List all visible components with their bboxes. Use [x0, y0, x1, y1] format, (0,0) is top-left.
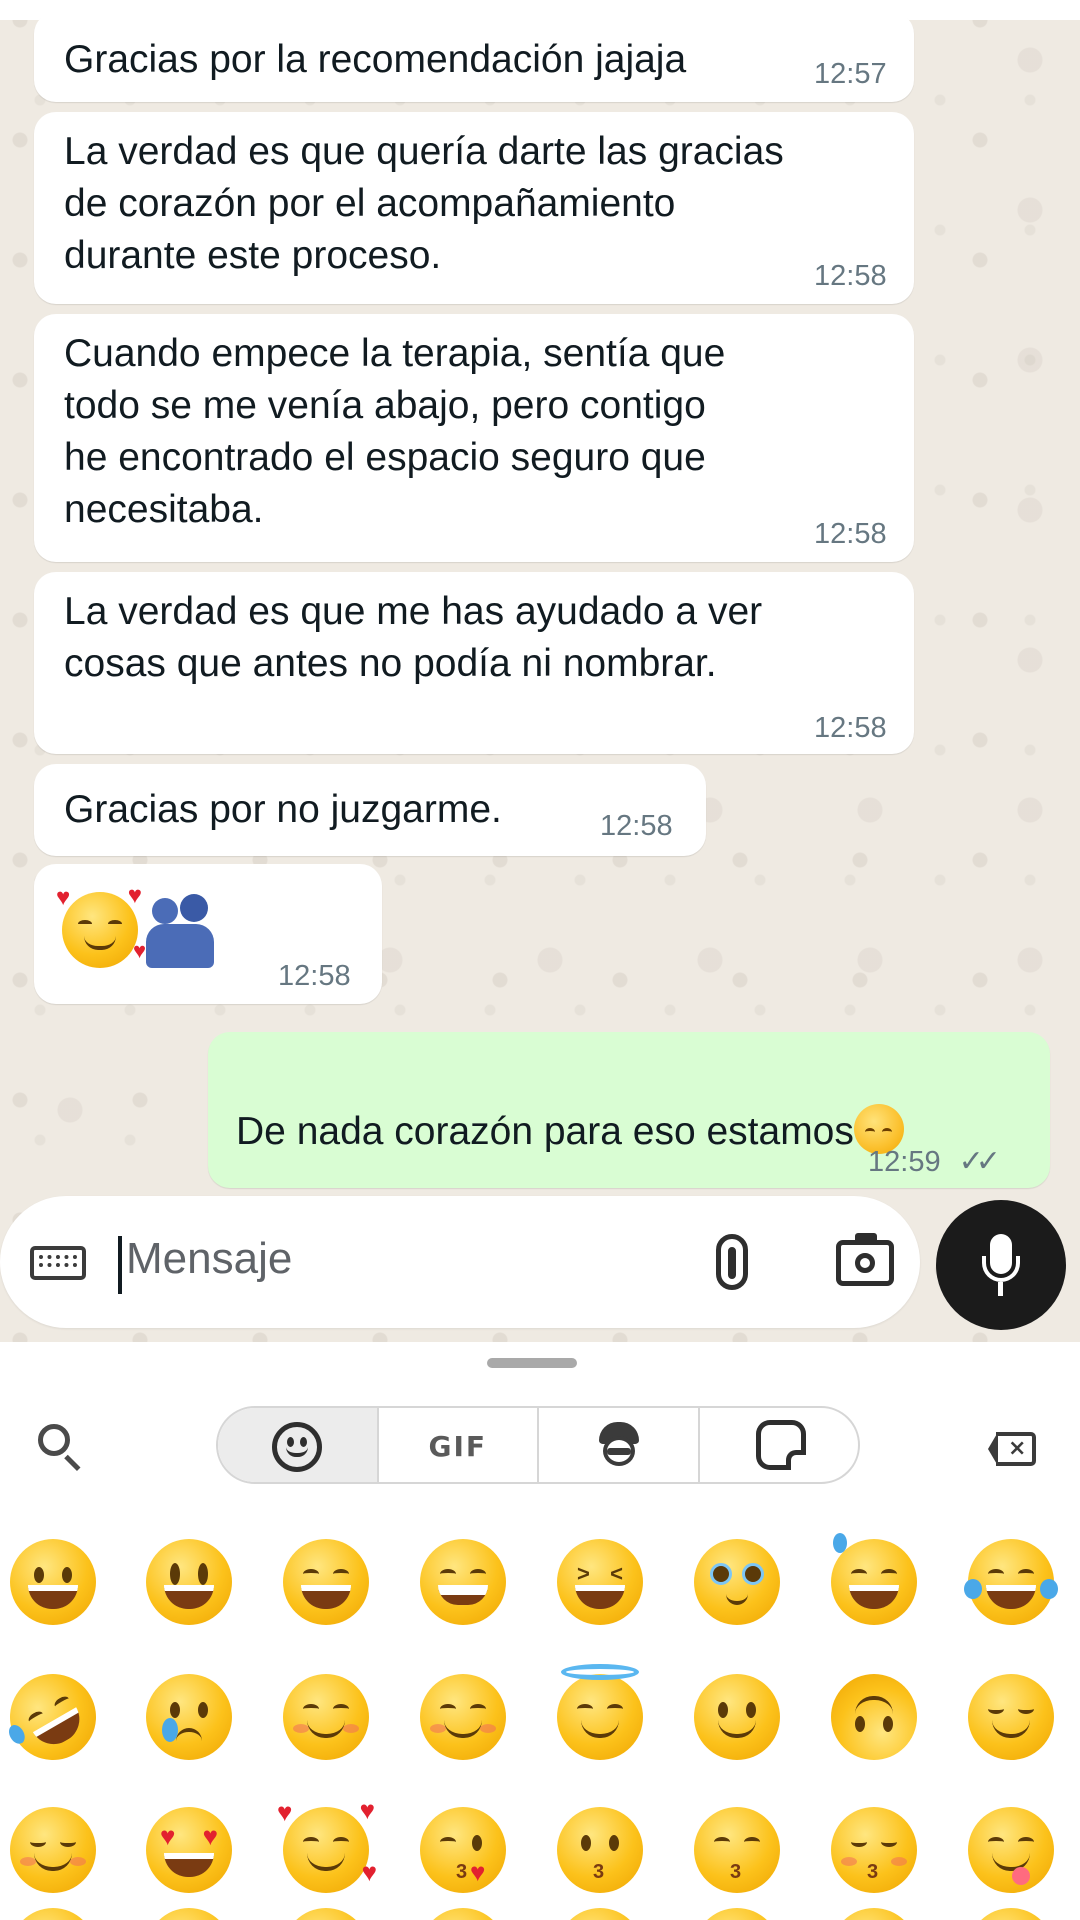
tab-avatar[interactable]	[539, 1408, 700, 1482]
smiling-face-with-hearts-icon: ♥ ♥ ♥	[56, 882, 146, 968]
search-icon[interactable]	[38, 1424, 81, 1471]
message-bubble-incoming[interactable]: ♥ ♥ ♥ 12:58	[34, 864, 382, 1004]
message-time: 12:58	[600, 810, 673, 842]
message-text: De nada corazón para eso estamos	[236, 1052, 904, 1158]
slightly-smiling-face-icon[interactable]	[694, 1674, 780, 1760]
emoji-row-4-partial[interactable]	[283, 1908, 369, 1920]
upside-down-face-icon[interactable]	[831, 1674, 917, 1760]
message-composer[interactable]: Mensaje	[0, 1196, 920, 1328]
sticker-tab-icon	[755, 1420, 806, 1470]
kissing-face-with-smiling-eyes-icon[interactable]: 3	[694, 1807, 780, 1893]
grinning-face-with-smiling-eyes-icon[interactable]	[283, 1539, 369, 1625]
message-bubble-incoming[interactable]: Cuando empece la terapia, sentía que tod…	[34, 314, 914, 562]
message-time-text: 12:59	[868, 1146, 941, 1178]
face-savoring-food-icon[interactable]	[968, 1807, 1054, 1893]
emoji-row-4-partial[interactable]	[694, 1908, 780, 1920]
text-cursor	[118, 1236, 122, 1294]
message-text: Gracias por no juzgarme.	[64, 788, 502, 831]
face-holding-back-tears-icon[interactable]	[694, 1539, 780, 1625]
beaming-face-icon[interactable]	[420, 1539, 506, 1625]
tab-stickers[interactable]	[700, 1408, 859, 1482]
drag-handle[interactable]	[487, 1358, 577, 1368]
message-text: Gracias por la recomendación jajaja	[64, 38, 687, 81]
smiling-face-icon[interactable]	[283, 1674, 369, 1760]
avatar-tab-icon	[597, 1422, 641, 1468]
message-time: 12:58	[814, 712, 887, 744]
message-text-content: De nada corazón para eso estamos	[236, 1110, 854, 1153]
message-text: La verdad es que quería darte las gracia…	[64, 130, 784, 277]
read-receipt-icon: ✓✓	[958, 1145, 1001, 1178]
emoji-row-4-partial[interactable]	[968, 1908, 1054, 1920]
smiling-face-closed-eyes-icon[interactable]	[10, 1807, 96, 1893]
smiling-face-with-hearts-icon[interactable]: ♥ ♥ ♥	[277, 1797, 377, 1893]
crying-face-icon[interactable]	[146, 1674, 232, 1760]
smiling-face-with-halo-icon[interactable]	[557, 1664, 643, 1760]
voice-record-button[interactable]	[936, 1200, 1066, 1330]
message-bubble-incoming[interactable]: La verdad es que quería darte las gracia…	[34, 112, 914, 304]
tab-gif[interactable]: GIF	[379, 1408, 539, 1482]
message-time: 12:58	[814, 518, 887, 550]
message-input[interactable]: Mensaje	[126, 1234, 292, 1284]
smiling-face-with-smiling-eyes-icon[interactable]	[420, 1674, 506, 1760]
emoji-row-4-partial[interactable]	[420, 1908, 506, 1920]
emoji-row-4-partial[interactable]	[831, 1908, 917, 1920]
tab-emoji[interactable]	[218, 1408, 379, 1482]
paperclip-icon[interactable]	[716, 1234, 748, 1290]
face-with-tears-of-joy-icon[interactable]	[964, 1539, 1058, 1625]
emoji-row-4-partial[interactable]	[557, 1908, 643, 1920]
grinning-squinting-face-icon[interactable]: > <	[557, 1539, 643, 1625]
grinning-face-icon[interactable]	[10, 1539, 96, 1625]
emoji-row-4-partial[interactable]	[146, 1908, 232, 1920]
rolling-on-the-floor-laughing-icon[interactable]	[0, 1658, 112, 1776]
camera-icon[interactable]	[836, 1233, 894, 1286]
kissing-face-icon[interactable]: 3	[557, 1807, 643, 1893]
people-hugging-icon	[146, 894, 218, 970]
kissing-face-with-closed-eyes-icon[interactable]: 3	[831, 1807, 917, 1893]
message-text: Cuando empece la terapia, sentía que tod…	[64, 332, 726, 531]
message-time: 12:57	[814, 58, 887, 90]
grinning-face-with-big-eyes-icon[interactable]	[146, 1539, 232, 1625]
message-time: 12:58	[814, 260, 887, 292]
message-time: 12:59 ✓✓	[868, 1144, 1001, 1179]
keyboard-icon[interactable]	[30, 1246, 86, 1280]
emoji-tab-icon	[272, 1422, 322, 1472]
face-blowing-a-kiss-icon[interactable]: 3 ♥	[420, 1807, 506, 1893]
backspace-icon[interactable]: ×	[988, 1432, 1036, 1466]
message-bubble-incoming[interactable]: Gracias por no juzgarme. 12:58	[34, 764, 706, 856]
message-bubble-incoming[interactable]: Gracias por la recomendación jajaja 12:5…	[34, 12, 914, 102]
chat-area[interactable]: Gracias por la recomendación jajaja 12:5…	[0, 0, 1080, 1342]
message-time: 12:58	[278, 960, 351, 992]
message-bubble-outgoing[interactable]: De nada corazón para eso estamos 12:59 ✓…	[208, 1032, 1050, 1188]
emoji-keyboard[interactable]: GIF × > < ♥ ♥ ♥ ♥ ♥ 3 ♥ 3 3 3	[0, 1342, 1080, 1920]
message-bubble-incoming[interactable]: La verdad es que me has ayudado a ver co…	[34, 572, 914, 754]
gif-label: GIF	[428, 1430, 488, 1463]
relieved-face-icon[interactable]	[968, 1674, 1054, 1760]
emoji-category-tabs: GIF	[216, 1406, 860, 1484]
emoji-row-4-partial[interactable]	[10, 1908, 96, 1920]
grinning-face-with-sweat-icon[interactable]	[831, 1533, 917, 1625]
smiling-face-with-heart-eyes-icon[interactable]: ♥ ♥	[146, 1807, 232, 1893]
message-text: La verdad es que me has ayudado a ver co…	[64, 590, 763, 685]
